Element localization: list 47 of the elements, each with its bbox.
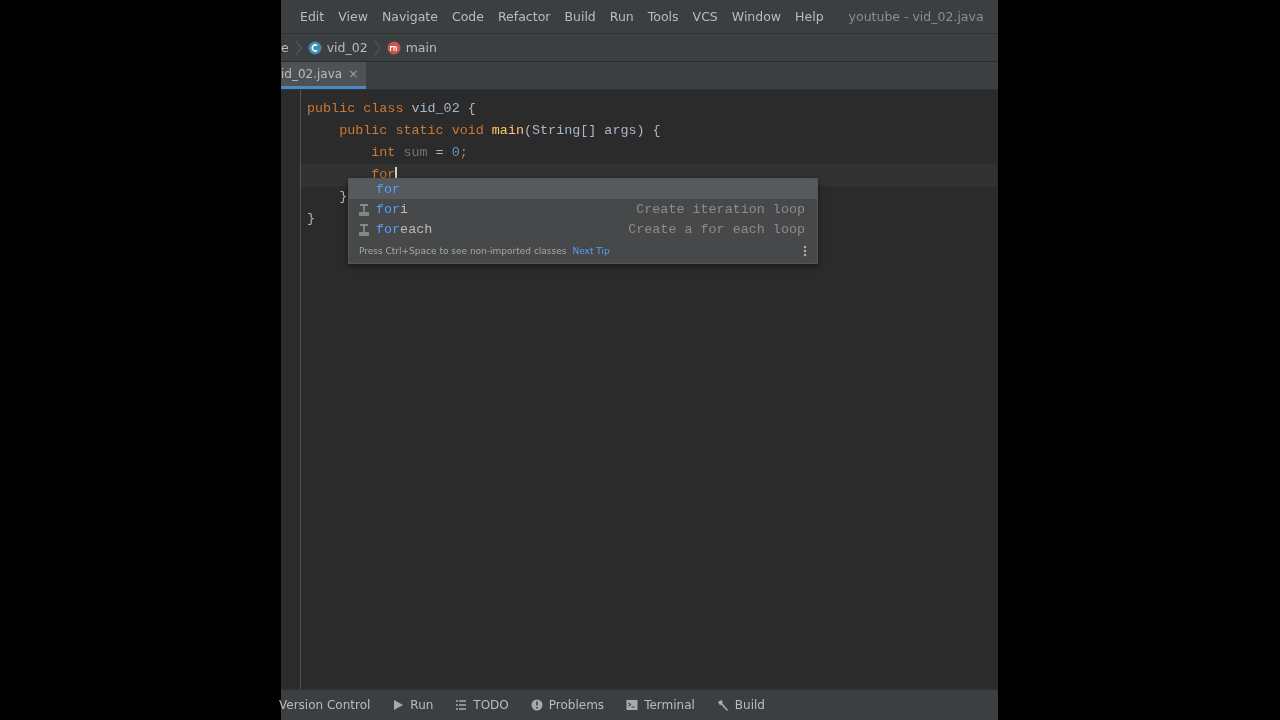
play-icon bbox=[392, 699, 405, 711]
code-line: public static void main(String[] args) { bbox=[338, 122, 661, 140]
completion-label: for bbox=[376, 181, 401, 197]
tool-window-button[interactable]: Run bbox=[392, 698, 434, 712]
menu-item[interactable]: Edit bbox=[293, 9, 332, 24]
completion-label: fori bbox=[376, 201, 409, 217]
menu-item[interactable]: Run bbox=[602, 9, 641, 24]
window-title: youtube - vid_02.java bbox=[848, 9, 984, 24]
menu-item[interactable]: Code bbox=[444, 9, 491, 24]
menu-item[interactable]: Navigate bbox=[374, 9, 445, 24]
method-icon bbox=[386, 40, 401, 55]
editor-tab[interactable]: id_02.java × bbox=[281, 62, 367, 89]
code-line: } bbox=[307, 210, 316, 228]
warning-icon bbox=[530, 699, 543, 711]
menu-item[interactable]: VCS bbox=[685, 9, 725, 24]
tip-text: Press Ctrl+Space to see non-imported classes bbox=[359, 246, 567, 256]
more-icon[interactable] bbox=[803, 245, 807, 257]
code-line: } bbox=[338, 188, 348, 206]
menu-item[interactable]: Help bbox=[788, 9, 831, 24]
menu-item[interactable]: Build bbox=[557, 9, 603, 24]
breadcrumb-item[interactable]: vid_02 bbox=[326, 40, 368, 55]
code-line: int sum = 0; bbox=[370, 144, 468, 162]
menu-item[interactable]: Tools bbox=[640, 9, 686, 24]
class-icon bbox=[307, 40, 322, 55]
breadcrumb-item[interactable]: e bbox=[281, 40, 289, 55]
completion-item[interactable]: foreach Create a for each loop bbox=[349, 219, 817, 239]
menu-item[interactable]: View bbox=[331, 9, 375, 24]
completion-hint: Create a for each loop bbox=[628, 221, 805, 237]
menu-item[interactable]: Window bbox=[724, 9, 789, 24]
next-tip-link[interactable]: Next Tip bbox=[572, 246, 610, 256]
chevron-icon bbox=[373, 39, 381, 56]
breadcrumb-item[interactable]: main bbox=[405, 40, 437, 55]
close-icon[interactable]: × bbox=[348, 67, 359, 81]
completion-item[interactable]: fori Create iteration loop bbox=[349, 199, 817, 219]
menu-item[interactable]: Refactor bbox=[491, 9, 558, 24]
terminal-icon bbox=[626, 699, 639, 711]
hammer-icon bbox=[716, 699, 729, 711]
tool-window-button[interactable]: Version Control bbox=[279, 698, 371, 712]
tool-window-button[interactable]: Problems bbox=[530, 698, 605, 712]
tool-window-button[interactable]: Terminal bbox=[626, 698, 695, 712]
chevron-icon bbox=[294, 39, 302, 56]
tool-window-button[interactable]: Build bbox=[716, 698, 765, 712]
completion-label: foreach bbox=[376, 221, 433, 237]
code-line: public class vid_02 { bbox=[307, 100, 476, 118]
tool-window-button[interactable]: TODO bbox=[455, 698, 509, 712]
completion-hint: Create iteration loop bbox=[636, 201, 805, 217]
list-icon bbox=[455, 699, 468, 711]
